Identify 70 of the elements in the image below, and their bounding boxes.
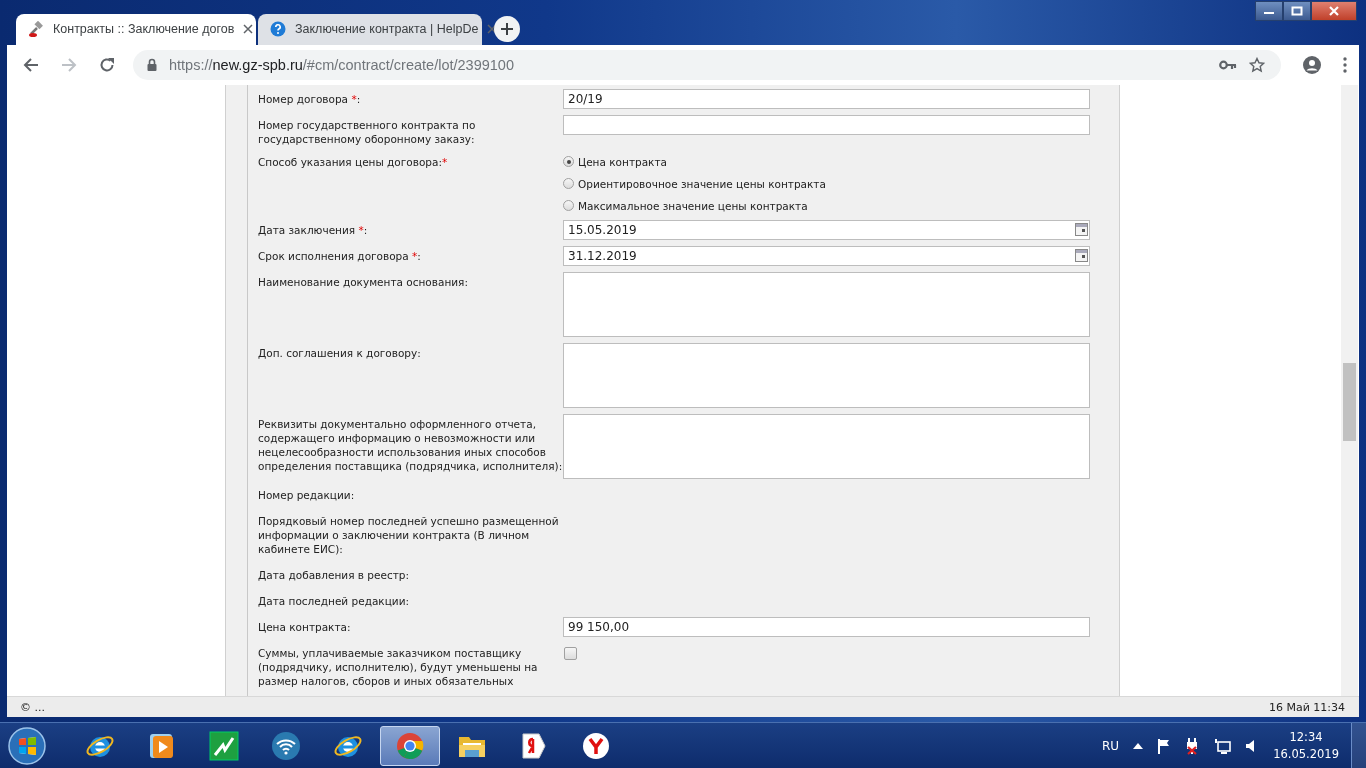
field-label: Суммы, уплачиваемые заказчиком поставщику (подрядчику, исполнителю), будут уменьшены на размер налогов, сборов и иных обязательных xyxy=(258,645,539,688)
browser-tab[interactable]: Контракты :: Заключение догов xyxy=(16,13,256,45)
new-tab-icon[interactable] xyxy=(494,15,520,42)
minimize-button[interactable] xyxy=(1255,1,1283,21)
field-label: Номер редакции: xyxy=(258,487,356,503)
field-label: Наименование документа основания: xyxy=(258,274,469,290)
address-bar[interactable]: https://new.gz-spb.ru/#cm/contract/create/lot/2399100 xyxy=(133,49,1281,80)
date-field[interactable]: 15.05.2019 xyxy=(563,219,1090,240)
url-text: https://new.gz-spb.ru/#cm/contract/create/lot/2399100 xyxy=(169,56,514,73)
calendar-icon[interactable] xyxy=(1075,223,1088,237)
star-icon[interactable] xyxy=(1249,56,1265,73)
key-icon[interactable] xyxy=(1219,59,1237,70)
text-field[interactable]: 20/19 xyxy=(563,88,1090,109)
network-icon[interactable] xyxy=(1213,737,1232,754)
radio-label[interactable]: Ориентировочное значение цены контракта xyxy=(578,175,826,192)
lightning-icon xyxy=(209,730,239,761)
clock[interactable]: 12:34 16.05.2019 xyxy=(1273,728,1339,763)
status-text: © ... xyxy=(20,700,45,714)
field-label: Цена контракта: xyxy=(258,619,352,635)
reload-icon[interactable] xyxy=(99,56,115,73)
scrollbar[interactable] xyxy=(1341,84,1358,696)
status-datetime: 16 Май 11:34 xyxy=(1268,700,1345,714)
show-desktop-button[interactable] xyxy=(1351,723,1366,768)
radio-label[interactable]: Максимальное значение цены контракта xyxy=(578,197,808,214)
clock-date: 16.05.2019 xyxy=(1273,745,1339,763)
close-icon[interactable] xyxy=(243,24,254,35)
tab-title: Заключение контракта | HelpDe xyxy=(295,22,479,37)
gavel-icon xyxy=(28,21,44,38)
radio-button[interactable] xyxy=(563,178,574,190)
field-label: Порядковый номер последней успешно размещенной информации о заключении контракта (В личном кабинете ЕИС): xyxy=(258,513,560,557)
field-label: Срок исполнения договора *: xyxy=(258,248,422,264)
text-field[interactable]: 99 150,00 xyxy=(563,616,1090,637)
field-label: Номер государственного контракта по государственному оборонному заказу: xyxy=(258,117,477,146)
profile-icon[interactable] xyxy=(1303,55,1321,74)
flag-icon[interactable] xyxy=(1157,737,1172,754)
lock-icon xyxy=(147,58,157,72)
clock-time: 12:34 xyxy=(1289,728,1323,746)
chrome-icon xyxy=(395,730,425,761)
text-field[interactable] xyxy=(563,114,1090,135)
field-label: Дата последней редакции: xyxy=(258,593,410,609)
field-label: Реквизиты документально оформленного отчета, содержащего информацию о невозможности или нецелесообразности использования иных способов определения поставщика (подрядчика, исполнителя): xyxy=(258,416,563,474)
close-icon[interactable] xyxy=(487,24,498,35)
close-button[interactable] xyxy=(1311,1,1357,21)
tab-title: Контракты :: Заключение догов xyxy=(53,22,235,37)
maximize-button[interactable] xyxy=(1283,1,1311,21)
caret-up-icon[interactable] xyxy=(1133,742,1144,749)
scrollbar-thumb[interactable] xyxy=(1343,362,1356,441)
field-label: Дата заключения *: xyxy=(258,222,369,238)
radio-button[interactable] xyxy=(563,200,574,212)
menu-icon[interactable] xyxy=(1343,56,1347,73)
maximize-icon xyxy=(1291,6,1303,16)
start-button[interactable] xyxy=(8,726,46,765)
close-icon xyxy=(1328,6,1340,16)
date-field[interactable]: 31.12.2019 xyxy=(563,245,1090,266)
radio-label[interactable]: Цена контракта xyxy=(578,153,667,170)
back-icon[interactable] xyxy=(23,56,39,73)
help-icon xyxy=(270,21,286,38)
speaker-icon[interactable] xyxy=(1245,738,1256,753)
field-label: Доп. соглашения к договору: xyxy=(258,345,422,361)
calendar-icon[interactable] xyxy=(1075,249,1088,263)
wifi-icon xyxy=(271,730,301,761)
field-label: Способ указания цены договора:* xyxy=(258,154,449,170)
language-indicator[interactable]: RU xyxy=(1102,738,1120,753)
field-label: Номер договора *: xyxy=(258,91,362,107)
power-plug-icon[interactable] xyxy=(1185,736,1200,755)
y-browser-icon xyxy=(581,730,611,761)
taskbar-button[interactable] xyxy=(380,725,440,766)
field-label: Дата добавления в реестр: xyxy=(258,567,411,583)
radio-button[interactable] xyxy=(563,156,574,168)
checkbox[interactable] xyxy=(564,646,577,660)
